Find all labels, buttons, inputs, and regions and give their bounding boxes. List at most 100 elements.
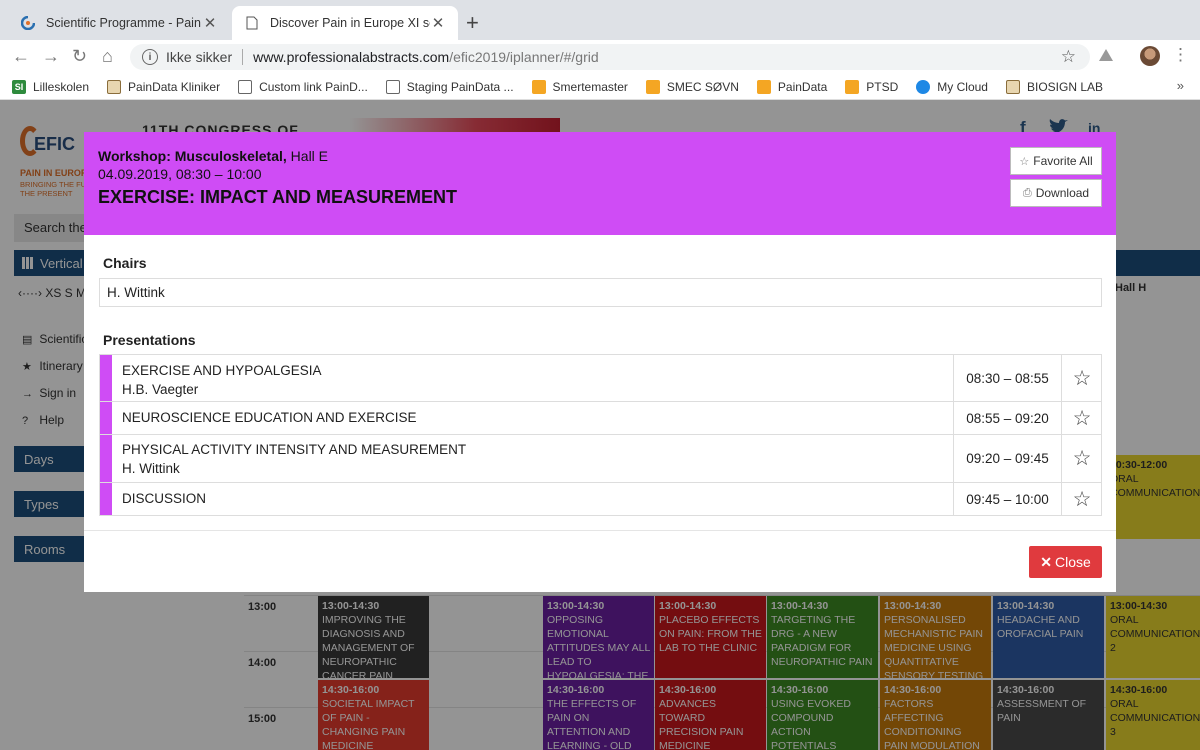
presentation-time: 09:20 – 09:45 [953,435,1062,482]
browser-tab-1[interactable]: Scientific Programme - Pain in ✕ [8,6,230,40]
presentation-title: EXERCISE AND HYPOALGESIA [122,363,322,378]
presentation-speaker: H. Wittink [122,461,180,476]
si-icon: SI [12,79,26,94]
bookmark-item[interactable]: SMEC SØVN [645,79,739,94]
session-title: EXERCISE: IMPACT AND MEASUREMENT [98,187,458,207]
cloud-icon [916,79,931,94]
favorite-star-icon[interactable]: ☆ [1062,355,1102,401]
orange-app-icon [756,79,771,94]
button-label: Favorite All [1033,154,1093,168]
orange-app-icon [845,79,860,94]
bookmark-item[interactable]: PainData Kliniker [107,79,221,94]
menu-icon[interactable]: ⋮ [1172,45,1189,65]
bookmark-label: My Cloud [937,79,988,94]
star-outline-icon: ☆ [1019,155,1030,168]
button-label: Close [1054,554,1091,570]
bookmark-label: BIOSIGN LAB [1026,79,1104,94]
presentation-time: 08:55 – 09:20 [953,402,1062,434]
color-bar [100,483,112,515]
address-bar[interactable]: i Ikke sikker www.professionalabstracts.… [130,44,1090,70]
presentation-info: EXERCISE AND HYPOALGESIA H.B. Vaegter [122,361,322,399]
reload-icon[interactable]: ↻ [72,46,87,67]
presentations-table: EXERCISE AND HYPOALGESIA H.B. Vaegter 08:… [99,354,1102,516]
modal-footer-divider [84,530,1116,531]
bookmark-item[interactable]: PTSD [845,79,899,94]
presentation-speaker: H.B. Vaegter [122,382,199,397]
tab-close-icon[interactable]: ✕ [430,14,446,32]
home-icon[interactable]: ⌂ [102,46,113,67]
image-icon [107,79,122,94]
bookmark-label: SMEC SØVN [666,79,739,94]
bookmark-star-icon[interactable]: ☆ [1061,47,1076,67]
orange-app-icon [645,79,660,94]
profile-avatar[interactable] [1140,46,1160,66]
presentation-title: PHYSICAL ACTIVITY INTENSITY AND MEASUREM… [122,442,467,457]
page-icon [385,79,400,94]
browser-tab-2[interactable]: Discover Pain in Europe XI scie ✕ [232,6,458,40]
download-icon: ⎙ [1022,186,1032,199]
color-bar [100,355,112,401]
presentation-row[interactable]: DISCUSSION 09:45 – 10:00 ☆ [99,483,1102,516]
bookmark-label: Staging PainData ... [406,79,514,94]
page-favicon-icon [244,15,260,31]
extension-icon[interactable] [1098,48,1114,66]
bookmark-label: Lilleskolen [33,79,90,94]
download-button[interactable]: ⎙ Download [1010,179,1102,207]
bookmark-label: Custom link PainD... [259,79,368,94]
session-detail-modal: Workshop: Musculoskeletal, Hall E 04.09.… [84,132,1116,592]
favorite-star-icon[interactable]: ☆ [1062,402,1102,434]
presentation-row[interactable]: PHYSICAL ACTIVITY INTENSITY AND MEASUREM… [99,435,1102,483]
bookmark-item[interactable]: Smertemaster [531,79,628,94]
url-path: /efic2019/iplanner/#/grid [449,49,599,65]
presentation-info: PHYSICAL ACTIVITY INTENSITY AND MEASUREM… [122,440,466,478]
image-icon [1005,79,1020,94]
orange-app-icon [531,79,546,94]
favorite-all-button[interactable]: ☆ Favorite All [1010,147,1102,175]
presentation-time: 09:45 – 10:00 [953,483,1062,515]
bookmark-label: PTSD [866,79,899,94]
session-type: Workshop: Musculoskeletal, Hall E [98,148,329,164]
bookmark-label: Smertemaster [552,79,628,94]
new-tab-button[interactable]: + [466,10,479,36]
bookmarks-bar: SI Lilleskolen PainData Kliniker Custom l… [0,74,1200,100]
security-label: Ikke sikker [166,49,233,65]
presentation-row[interactable]: EXERCISE AND HYPOALGESIA H.B. Vaegter 08:… [99,354,1102,402]
presentation-row[interactable]: NEUROSCIENCE EDUCATION AND EXERCISE 08:5… [99,402,1102,435]
session-datetime: 04.09.2019, 08:30 – 10:00 [98,166,262,182]
modal-header: Workshop: Musculoskeletal, Hall E 04.09.… [84,132,1116,235]
color-bar [100,402,112,434]
back-arrow-icon[interactable]: ← [12,46,30,67]
close-icon: ✕ [1040,553,1052,570]
close-button[interactable]: ✕ Close [1029,546,1102,578]
browser-tab-bar: Scientific Programme - Pain in ✕ Discove… [0,0,1200,40]
presentation-time: 08:30 – 08:55 [953,355,1062,401]
bookmark-item[interactable]: Custom link PainD... [238,79,368,94]
url-host: www.professionalabstracts.com [253,49,450,65]
presentation-title: DISCUSSION [122,491,207,506]
page-icon [238,79,253,94]
efic-favicon-icon [20,15,36,31]
chairs-value: H. Wittink [99,278,1102,307]
browser-toolbar: ← → ↻ ⌂ i Ikke sikker www.professionalab… [0,40,1200,74]
forward-arrow-icon[interactable]: → [42,46,60,67]
bookmark-item[interactable]: My Cloud [916,79,988,94]
tab-title: Scientific Programme - Pain in [46,16,202,30]
chairs-heading: Chairs [103,255,147,271]
bookmark-label: PainData [777,79,828,94]
bookmark-item[interactable]: BIOSIGN LAB [1005,79,1104,94]
bookmark-item[interactable]: PainData [756,79,828,94]
button-label: Download [1035,186,1090,200]
divider [242,49,244,65]
info-icon[interactable]: i [142,49,158,65]
bookmark-label: PainData Kliniker [128,79,221,94]
bookmark-item[interactable]: Staging PainData ... [385,79,514,94]
color-bar [100,435,112,482]
presentation-title: NEUROSCIENCE EDUCATION AND EXERCISE [122,410,417,425]
tab-close-icon[interactable]: ✕ [202,14,218,32]
bookmarks-overflow-icon[interactable]: » [1177,78,1184,93]
presentations-heading: Presentations [103,332,196,348]
favorite-star-icon[interactable]: ☆ [1062,483,1102,515]
bookmark-item[interactable]: SI Lilleskolen [12,79,90,94]
tab-title: Discover Pain in Europe XI scie [270,16,430,30]
favorite-star-icon[interactable]: ☆ [1062,435,1102,482]
